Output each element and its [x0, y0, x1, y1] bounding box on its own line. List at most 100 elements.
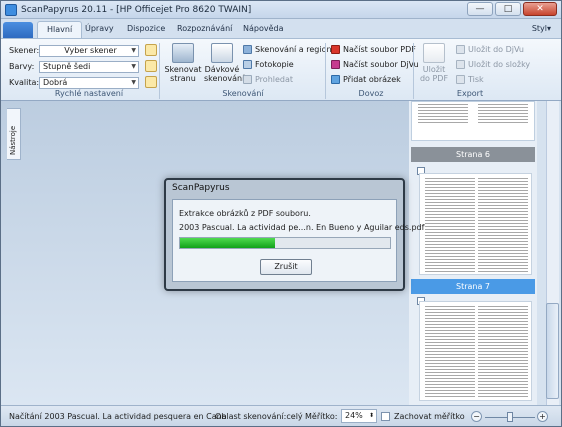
- color-select[interactable]: Stupně šedi ▼: [39, 61, 139, 73]
- scan-page-label: Skenovat stranu: [164, 65, 202, 83]
- load-djvu-label: Načíst soubor DjVu: [343, 60, 419, 69]
- save-djvu-button[interactable]: Uložit do DjVu: [456, 45, 524, 54]
- tab-help[interactable]: Nápověda: [243, 24, 284, 33]
- pdf-icon: [331, 45, 340, 54]
- quality-value: Dobrá: [43, 78, 68, 87]
- scanner-settings-icon[interactable]: [145, 44, 157, 56]
- zoom-out-icon[interactable]: −: [471, 411, 482, 422]
- scan-region-button[interactable]: Skenování a region: [243, 45, 332, 54]
- progress-fill: [180, 238, 275, 248]
- chevron-down-icon: ▼: [131, 47, 136, 54]
- browse-icon: [243, 75, 252, 84]
- spinner-icon[interactable]: ⬍: [369, 410, 374, 422]
- text-column: [478, 178, 528, 274]
- zoom-slider-thumb[interactable]: [507, 412, 513, 422]
- browse-button[interactable]: Prohledat: [243, 75, 293, 84]
- dialog-title: ScanPapyrus: [172, 183, 230, 193]
- ribbon-tabs: Hlavní Úpravy Dispozice Rozpoznávání Náp…: [1, 19, 561, 38]
- export-group-label: Export: [456, 89, 484, 98]
- add-image-label: Přidat obrázek: [343, 75, 401, 84]
- zoom-in-icon[interactable]: +: [537, 411, 548, 422]
- cancel-button[interactable]: Zrušit: [260, 259, 312, 275]
- ribbon: Skener: Vyber skener ▼ Barvy: Stupně šed…: [1, 38, 561, 101]
- dialog-message: Extrakce obrázků z PDF souboru.: [179, 209, 311, 218]
- scan-region-label: Skenování a region: [255, 45, 332, 54]
- style-label: Styl: [531, 24, 547, 33]
- group-divider: [325, 43, 326, 99]
- progress-dialog: ScanPapyrus Extrakce obrázků z PDF soubo…: [164, 178, 424, 291]
- folder-icon: [456, 60, 465, 69]
- scrollbar-thumb[interactable]: [546, 303, 559, 399]
- quality-select[interactable]: Dobrá ▼: [39, 77, 139, 89]
- print-label: Tisk: [468, 75, 484, 84]
- scanner-label: Skener:: [9, 46, 40, 55]
- app-window: ScanPapyrus 20.11 - [HP Officejet Pro 86…: [0, 0, 562, 427]
- print-button[interactable]: Tisk: [456, 75, 484, 84]
- close-button[interactable]: ✕: [523, 2, 557, 16]
- dialog-filename: 2003 Pascual. La actividad pe...n. En Bu…: [179, 223, 425, 232]
- tab-edit[interactable]: Úpravy: [85, 24, 114, 33]
- zoom-input[interactable]: 24% ⬍: [341, 409, 377, 423]
- color-settings-icon[interactable]: [145, 60, 157, 72]
- save-folder-button[interactable]: Uložit do složky: [456, 60, 530, 69]
- scan-page-button[interactable]: Skenovat stranu: [163, 43, 203, 83]
- tab-main[interactable]: Hlavní: [37, 21, 83, 38]
- tab-layout[interactable]: Dispozice: [127, 24, 165, 33]
- tab-recognition[interactable]: Rozpoznávání: [177, 24, 232, 33]
- save-pdf-button[interactable]: Uložit do PDF: [417, 43, 451, 83]
- status-bar: Načítání 2003 Pascual. La actividad pesq…: [1, 405, 561, 426]
- add-image-button[interactable]: Přidat obrázek: [331, 75, 401, 84]
- scan-group-label: Skenování: [222, 89, 264, 98]
- text-column: [478, 306, 528, 399]
- text-column: [425, 178, 475, 274]
- progress-bar: [179, 237, 391, 249]
- page-thumbnail[interactable]: [411, 101, 535, 141]
- import-group-label: Dovoz: [358, 89, 384, 98]
- tools-tab-label: Nástroje: [9, 125, 17, 155]
- page-thumbnail[interactable]: [419, 173, 532, 275]
- batch-scan-label: Dávkové skenování: [204, 65, 245, 83]
- save-pdf-label: Uložit do PDF: [419, 65, 449, 83]
- keep-scale-checkbox[interactable]: [381, 412, 390, 421]
- group-divider: [159, 43, 160, 99]
- image-icon: [331, 75, 340, 84]
- photocopy-button[interactable]: Fotokopie: [243, 60, 294, 69]
- photocopy-icon: [243, 60, 252, 69]
- keep-scale-label: Zachovat měřítko: [394, 412, 465, 421]
- zoom-value: 24%: [345, 411, 363, 420]
- color-label: Barvy:: [9, 62, 35, 71]
- style-menu[interactable]: Styl▾: [532, 24, 551, 33]
- quality-settings-icon[interactable]: [145, 76, 157, 88]
- page-header[interactable]: Strana 6: [411, 147, 535, 162]
- text-column: [478, 104, 528, 125]
- scanner-select[interactable]: Vyber skener ▼: [39, 45, 139, 57]
- batch-scan-button[interactable]: Dávkové skenování: [204, 43, 244, 83]
- load-pdf-button[interactable]: Načíst soubor PDF: [331, 45, 416, 54]
- group-divider: [413, 43, 414, 99]
- quality-label: Kvalita:: [9, 78, 40, 87]
- page-thumbnail[interactable]: [419, 301, 532, 401]
- maximize-button[interactable]: □: [495, 2, 521, 16]
- file-menu-button[interactable]: [3, 22, 33, 38]
- printer-icon: [456, 75, 465, 84]
- browse-label: Prohledat: [255, 75, 294, 84]
- color-value: Stupně šedi: [43, 62, 91, 71]
- chevron-down-icon: ▼: [131, 63, 136, 70]
- scan-area-status: Oblast skenování:celý: [215, 412, 303, 421]
- text-column: [425, 306, 475, 399]
- title-bar: ScanPapyrus 20.11 - [HP Officejet Pro 86…: [1, 1, 561, 19]
- app-icon[interactable]: [5, 4, 17, 16]
- save-folder-label: Uložit do složky: [468, 60, 531, 69]
- minimize-button[interactable]: —: [467, 2, 493, 16]
- dialog-body: Extrakce obrázků z PDF souboru. 2003 Pas…: [172, 199, 424, 282]
- pdf-icon: [423, 43, 445, 63]
- tools-side-tab[interactable]: Nástroje: [7, 108, 21, 160]
- text-column: [418, 104, 468, 125]
- save-djvu-label: Uložit do DjVu: [468, 45, 524, 54]
- djvu-icon: [331, 60, 340, 69]
- page-header-selected[interactable]: Strana 7: [411, 279, 535, 294]
- load-djvu-button[interactable]: Načíst soubor DjVu: [331, 60, 419, 69]
- scale-label: Měřítko:: [305, 412, 338, 421]
- chevron-down-icon: ▼: [131, 79, 136, 86]
- chevron-down-icon: ▾: [546, 24, 551, 33]
